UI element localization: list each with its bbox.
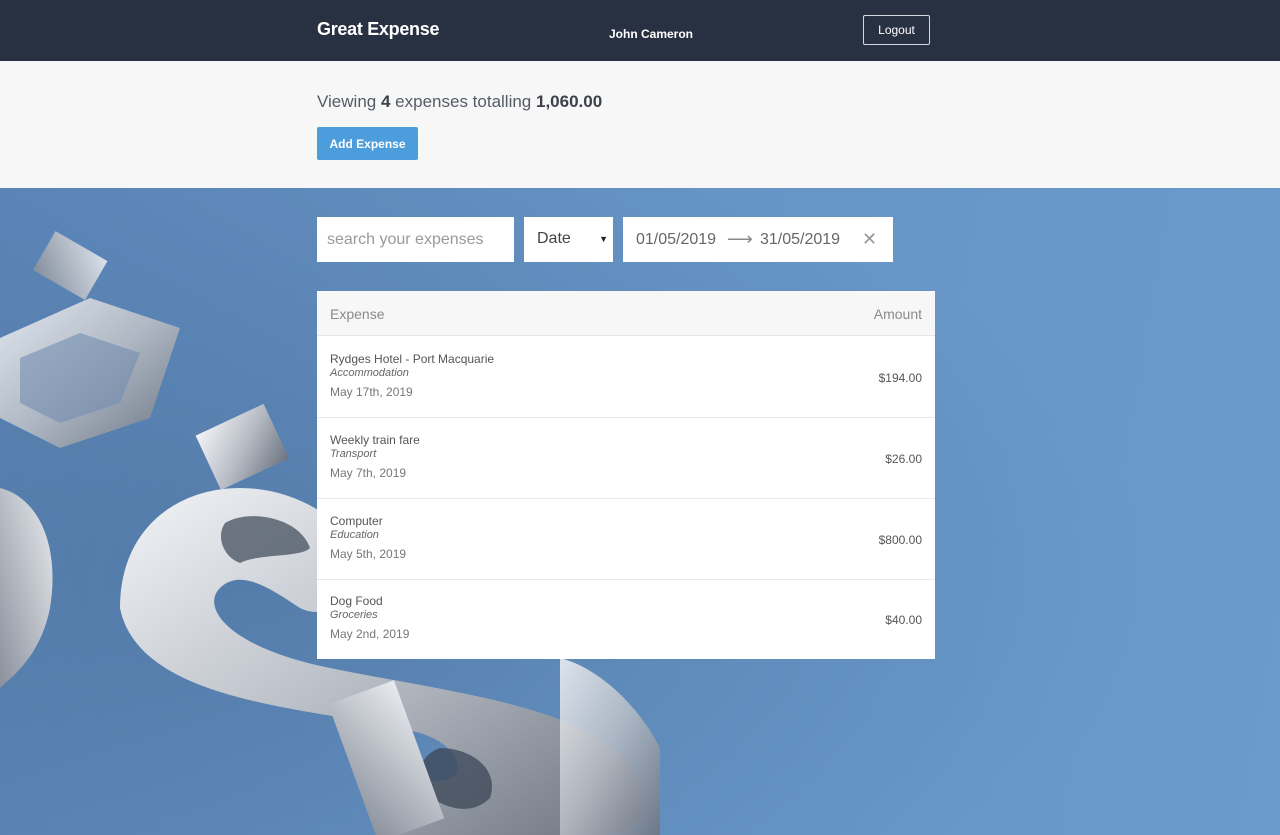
summary-prefix: Viewing	[317, 92, 377, 111]
expense-category: Education	[330, 529, 379, 541]
table-row[interactable]: Dog Food Groceries May 2nd, 2019 $40.00	[317, 579, 935, 660]
table-row[interactable]: Rydges Hotel - Port Macquarie Accommodat…	[317, 337, 935, 418]
caret-down-icon: ▼	[599, 234, 608, 244]
date-start-input[interactable]: 01/05/2019	[636, 231, 716, 249]
top-navbar: Great Expense John Cameron Logout	[0, 0, 1280, 61]
table-row[interactable]: Computer Education May 5th, 2019 $800.00	[317, 499, 935, 580]
expense-category: Transport	[330, 448, 377, 460]
expense-amount: $26.00	[885, 452, 922, 466]
sort-select[interactable]: Date ▼	[524, 217, 613, 262]
search-input[interactable]	[317, 217, 514, 262]
date-end-input[interactable]: 31/05/2019	[760, 231, 840, 249]
column-header-amount: Amount	[873, 306, 922, 322]
table-header: Expense Amount	[317, 291, 935, 336]
expense-table: Expense Amount Rydges Hotel - Port Macqu…	[317, 291, 935, 659]
arrow-right-icon: ⟶	[727, 229, 753, 249]
expense-amount: $800.00	[878, 533, 922, 547]
expense-amount: $40.00	[885, 613, 922, 627]
logout-button[interactable]: Logout	[863, 15, 930, 45]
expense-category: Groceries	[330, 609, 378, 621]
summary-middle: expenses totalling	[395, 92, 532, 111]
expense-date: May 2nd, 2019	[330, 627, 410, 641]
expense-description: Dog Food	[330, 594, 383, 608]
expense-date: May 5th, 2019	[330, 547, 407, 561]
expense-category: Accommodation	[330, 367, 409, 379]
add-expense-button[interactable]: Add Expense	[317, 127, 418, 160]
expense-summary: Viewing 4 expenses totalling 1,060.00	[317, 92, 602, 112]
expense-date: May 7th, 2019	[330, 466, 407, 480]
expense-description: Weekly train fare	[330, 433, 420, 447]
expense-amount: $194.00	[878, 371, 922, 385]
column-header-expense: Expense	[330, 306, 385, 322]
expense-date: May 17th, 2019	[330, 385, 413, 399]
table-row[interactable]: Weekly train fare Transport May 7th, 201…	[317, 418, 935, 499]
expense-description: Rydges Hotel - Port Macquarie	[330, 352, 495, 366]
close-icon[interactable]: ✕	[862, 229, 877, 250]
user-name: John Cameron	[609, 27, 694, 41]
expense-description: Computer	[330, 514, 383, 528]
expense-count: 4	[380, 92, 391, 111]
expense-total: 1,060.00	[536, 92, 603, 111]
sort-selected-value: Date	[537, 230, 571, 247]
date-range-picker[interactable]: 01/05/2019 ⟶ 31/05/2019 ✕	[623, 217, 893, 262]
brand-logo[interactable]: Great Expense	[317, 19, 439, 40]
summary-section: Viewing 4 expenses totalling 1,060.00 Ad…	[0, 61, 1280, 188]
